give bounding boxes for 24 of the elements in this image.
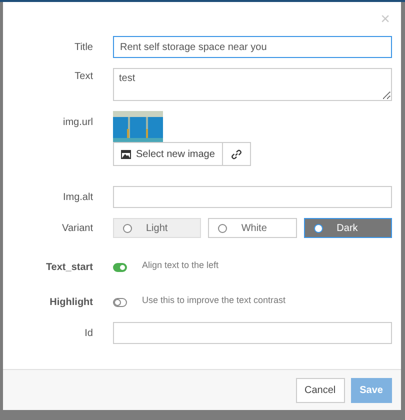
variant-option[interactable]: Light bbox=[113, 218, 202, 238]
field-label: Img.alt bbox=[62, 192, 93, 202]
cancel-button[interactable]: Cancel bbox=[296, 378, 345, 402]
text-field[interactable] bbox=[113, 186, 392, 208]
toggle-switch[interactable] bbox=[113, 263, 127, 272]
toggle-hint: Align text to the left bbox=[142, 260, 219, 270]
link-icon bbox=[230, 148, 242, 160]
field-label: Id bbox=[84, 328, 93, 338]
image-icon bbox=[121, 150, 131, 158]
variant-option[interactable]: White bbox=[208, 218, 297, 238]
field-label: Highlight bbox=[48, 296, 93, 308]
text-field[interactable] bbox=[113, 322, 392, 344]
link-button[interactable] bbox=[222, 142, 251, 166]
toggle-switch[interactable] bbox=[113, 298, 127, 307]
field-label: Title bbox=[73, 42, 93, 52]
field-label: Text bbox=[74, 70, 93, 82]
text-area[interactable]: test bbox=[113, 68, 392, 101]
text-field[interactable]: Rent self storage space near you bbox=[113, 36, 392, 58]
toggle-hint: Use this to improve the text contrast bbox=[142, 295, 286, 305]
variant-option[interactable]: Dark bbox=[304, 218, 392, 238]
field-label: Text_start bbox=[44, 261, 93, 273]
field-label: img.url bbox=[62, 116, 93, 128]
select-image-button[interactable]: Select new image bbox=[113, 142, 223, 166]
field-label: Variant bbox=[61, 222, 93, 234]
